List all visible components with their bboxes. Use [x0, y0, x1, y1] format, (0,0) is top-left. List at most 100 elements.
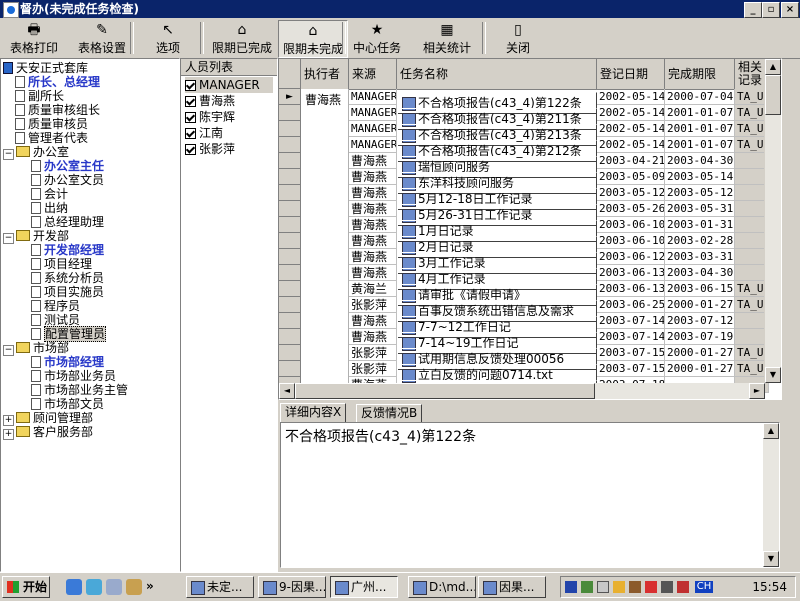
row-indicator[interactable] — [279, 233, 301, 249]
collapse-icon[interactable]: − — [3, 149, 14, 160]
tray-app-icon[interactable] — [565, 581, 577, 593]
tree-node[interactable]: 开发部经理 — [31, 243, 104, 257]
row-indicator[interactable] — [279, 201, 301, 217]
scroll-left-icon[interactable]: ◄ — [279, 383, 295, 399]
due-completed-button[interactable]: ⌂ 限期已完成 — [208, 20, 276, 56]
options-button[interactable]: ↖ 选项 — [140, 20, 196, 56]
person-item[interactable]: 江南 — [185, 125, 273, 141]
detail-scrollbar[interactable]: ▲ ▼ — [763, 423, 779, 567]
hscroll-thumb[interactable] — [295, 383, 595, 399]
quicklaunch-more-icon[interactable]: » — [146, 579, 154, 593]
row-indicator[interactable] — [279, 217, 301, 233]
related-stats-button[interactable]: ▦ 相关统计 — [412, 20, 482, 56]
col-source[interactable]: 来源 — [349, 59, 397, 89]
row-indicator[interactable] — [279, 105, 301, 121]
row-indicator[interactable] — [279, 313, 301, 329]
ime-indicator[interactable]: CH — [695, 581, 713, 593]
tray-network-icon[interactable] — [581, 581, 593, 593]
tab-feedback[interactable]: 反馈情况B — [356, 404, 423, 423]
table-row[interactable]: 曹海燕 1月日记录 2003-06-10 2003-01-31 — [349, 217, 779, 242]
table-row[interactable]: 张影萍 百事反馈系统出错信息及需求 2003-06-25 2000-01-27 TA_U — [349, 297, 779, 322]
start-button[interactable]: 开始 — [2, 576, 50, 598]
outlook-icon[interactable] — [86, 579, 102, 595]
tree-node[interactable]: 办公室主任 — [31, 159, 104, 173]
scroll-right-icon[interactable]: ► — [749, 383, 765, 399]
person-checkbox[interactable] — [185, 96, 196, 107]
detail-textarea[interactable]: 不合格项报告(c43_4)第122条 ▲ ▼ — [280, 422, 780, 568]
row-indicator[interactable] — [279, 297, 301, 313]
tree-node[interactable]: 会计 — [31, 187, 68, 201]
tree-node[interactable]: − 开发部 — [3, 229, 69, 244]
grid-vertical-scrollbar[interactable]: ▲ ▼ — [764, 59, 781, 383]
collapse-icon[interactable]: − — [3, 345, 14, 356]
taskbar-item[interactable]: 广州... — [330, 576, 398, 598]
desktop-icon[interactable] — [106, 579, 122, 595]
tree-node[interactable]: 配置管理员 — [31, 326, 107, 342]
tree-node[interactable]: 质量审核员 — [15, 117, 88, 131]
person-item[interactable]: MANAGER — [185, 77, 273, 93]
executor-cell[interactable]: 曹海燕 — [301, 89, 349, 399]
tree-node[interactable]: 系统分析员 — [31, 271, 104, 285]
tree-node[interactable]: 出纳 — [31, 201, 68, 215]
tree-node[interactable]: 市场部经理 — [31, 355, 104, 369]
tray-speaker-icon[interactable] — [597, 581, 609, 593]
table-row[interactable]: MANAGER 不合格项报告(c43_4)第213条 2002-05-14 2001-… — [349, 121, 779, 146]
table-row[interactable]: 张影萍 立白反馈的问题0714.txt 2003-07-15 2000-01-27 TA… — [349, 361, 779, 386]
row-pointer-icon[interactable]: ► — [279, 89, 301, 105]
table-row[interactable]: 黄海兰 请审批《请假申请》 2003-06-13 2003-06-15 TA_U — [349, 281, 779, 306]
row-indicator[interactable] — [279, 169, 301, 185]
task-grid[interactable]: 执行者 来源 任务名称 登记日期 完成期限 相关记录 ► 曹海燕 MANAGER… — [278, 58, 782, 400]
table-row[interactable]: 曹海燕 4月工作记录 2003-06-13 2003-04-30 — [349, 265, 779, 290]
table-row[interactable]: 曹海燕 东洋科技顾问服务 2003-05-09 2003-05-14 — [349, 169, 779, 194]
person-checkbox[interactable] — [185, 144, 196, 155]
grid-horizontal-scrollbar[interactable]: ◄ ► — [279, 383, 765, 399]
tree-node[interactable]: + 客户服务部 — [3, 425, 93, 440]
due-incomplete-button[interactable]: ⌂ 限期未完成 — [278, 20, 348, 58]
tree-node[interactable]: 天安正式套库 — [3, 61, 88, 75]
tray-printer-icon[interactable] — [661, 581, 673, 593]
tree-node[interactable]: − 办公室 — [3, 145, 69, 160]
person-checkbox[interactable] — [185, 112, 196, 123]
people-list[interactable]: 人员列表 MANAGER 曹海燕 陈宇辉 江南 张影萍 — [180, 58, 278, 572]
person-checkbox[interactable] — [185, 128, 196, 139]
media-icon[interactable] — [126, 579, 142, 595]
detail-scroll-down-icon[interactable]: ▼ — [763, 551, 779, 567]
tray-shield-icon[interactable] — [645, 581, 657, 593]
person-item[interactable]: 陈宇辉 — [185, 109, 273, 125]
tree-node[interactable]: 总经理助理 — [31, 215, 104, 229]
tree-node[interactable]: 项目经理 — [31, 257, 92, 271]
table-settings-button[interactable]: ✎ 表格设置 — [68, 20, 136, 56]
minimize-button[interactable]: _ — [744, 2, 762, 18]
tree-node[interactable]: 质量审核组长 — [15, 103, 100, 117]
tray-display-icon[interactable] — [613, 581, 625, 593]
tree-node[interactable]: − 市场部 — [3, 341, 69, 356]
scroll-up-icon[interactable]: ▲ — [765, 59, 781, 75]
row-indicator[interactable] — [279, 281, 301, 297]
tree-node[interactable]: 市场部业务员 — [31, 369, 116, 383]
taskbar-item[interactable]: D:\md... — [408, 576, 476, 598]
tree-node[interactable]: 程序员 — [31, 299, 80, 313]
tree-node[interactable]: 副所长 — [15, 89, 64, 103]
tree-node[interactable]: 市场部业务主管 — [31, 383, 128, 397]
table-row[interactable]: 曹海燕 7-7~12工作日记 2003-07-14 2003-07-12 — [349, 313, 779, 338]
scroll-down-icon[interactable]: ▼ — [765, 367, 781, 383]
tree-node[interactable]: 测试员 — [31, 313, 80, 327]
row-indicator[interactable] — [279, 345, 301, 361]
scroll-thumb[interactable] — [765, 75, 781, 115]
taskbar-item[interactable]: 因果... — [478, 576, 546, 598]
col-reg-date[interactable]: 登记日期 — [597, 59, 665, 89]
tree-node[interactable]: 市场部文员 — [31, 397, 104, 411]
row-indicator[interactable] — [279, 329, 301, 345]
table-row[interactable]: 曹海燕 瑞恒顾问服务 2003-04-21 2003-04-30 — [349, 153, 779, 178]
row-indicator[interactable] — [279, 137, 301, 153]
col-executor[interactable]: 执行者 — [301, 59, 349, 89]
col-task-name[interactable]: 任务名称 — [397, 59, 597, 89]
taskbar-item[interactable]: 9-因果... — [258, 576, 326, 598]
table-row[interactable]: MANAGER 不合格项报告(c43_4)第211条 2002-05-14 2001-… — [349, 105, 779, 130]
person-item[interactable]: 曹海燕 — [185, 93, 273, 109]
row-indicator[interactable] — [279, 185, 301, 201]
table-row[interactable]: MANAGER 不合格项报告(c43_4)第122条 2002-05-14 2000-… — [349, 89, 779, 114]
tab-detail[interactable]: 详细内容X — [280, 403, 347, 424]
department-tree[interactable]: 天安正式套库 所长、总经理 副所长 质量审核组长 质量审核员 管理者代表 − 办公室 办公室主任… — [0, 58, 180, 572]
tree-node[interactable]: 所长、总经理 — [15, 75, 100, 89]
